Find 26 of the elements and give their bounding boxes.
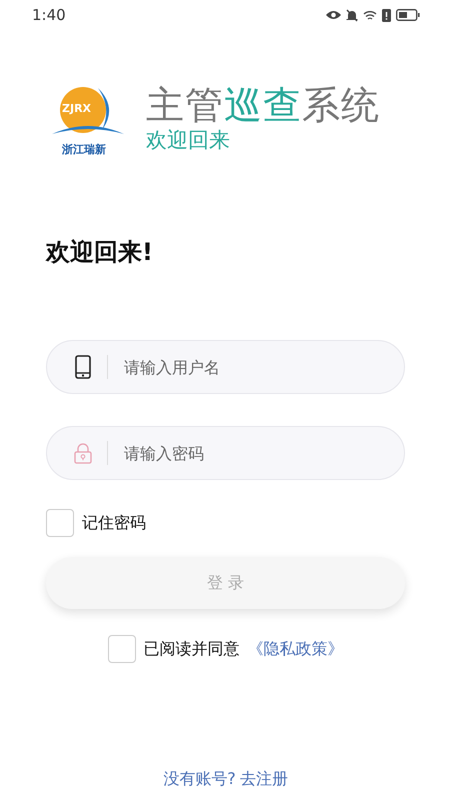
register-prompt: 没有账号?	[163, 769, 236, 790]
logo-text: ZJRX	[62, 102, 92, 115]
username-input[interactable]: 请输入用户名	[122, 356, 404, 378]
battery-icon	[396, 9, 420, 21]
title-text: 主管	[146, 83, 224, 128]
register-link[interactable]: 去注册	[240, 769, 288, 790]
password-field[interactable]: 请输入密码	[46, 426, 405, 480]
company-name: 浙江瑞新	[62, 142, 106, 157]
eye-icon	[326, 10, 341, 20]
password-input[interactable]: 请输入密码	[122, 442, 404, 464]
username-field[interactable]: 请输入用户名	[46, 340, 405, 394]
alert-battery-icon	[382, 8, 391, 22]
phone-icon	[75, 355, 91, 379]
title-text: 系统	[302, 83, 380, 128]
clock-time: 1:40	[32, 6, 66, 24]
remember-checkbox[interactable]	[46, 509, 74, 537]
agreement-checkbox[interactable]	[108, 635, 136, 663]
privacy-policy-link[interactable]: 《隐私政策》	[248, 638, 344, 660]
title-text: 巡查	[224, 83, 302, 128]
app-subtitle: 欢迎回来	[146, 126, 231, 154]
muted-bell-icon	[346, 8, 358, 22]
agreement-text: 已阅读并同意	[144, 638, 240, 660]
remember-label: 记住密码	[82, 512, 146, 534]
lock-icon	[74, 442, 92, 464]
welcome-heading: 欢迎回来!	[46, 237, 154, 268]
wifi-icon	[363, 10, 377, 20]
